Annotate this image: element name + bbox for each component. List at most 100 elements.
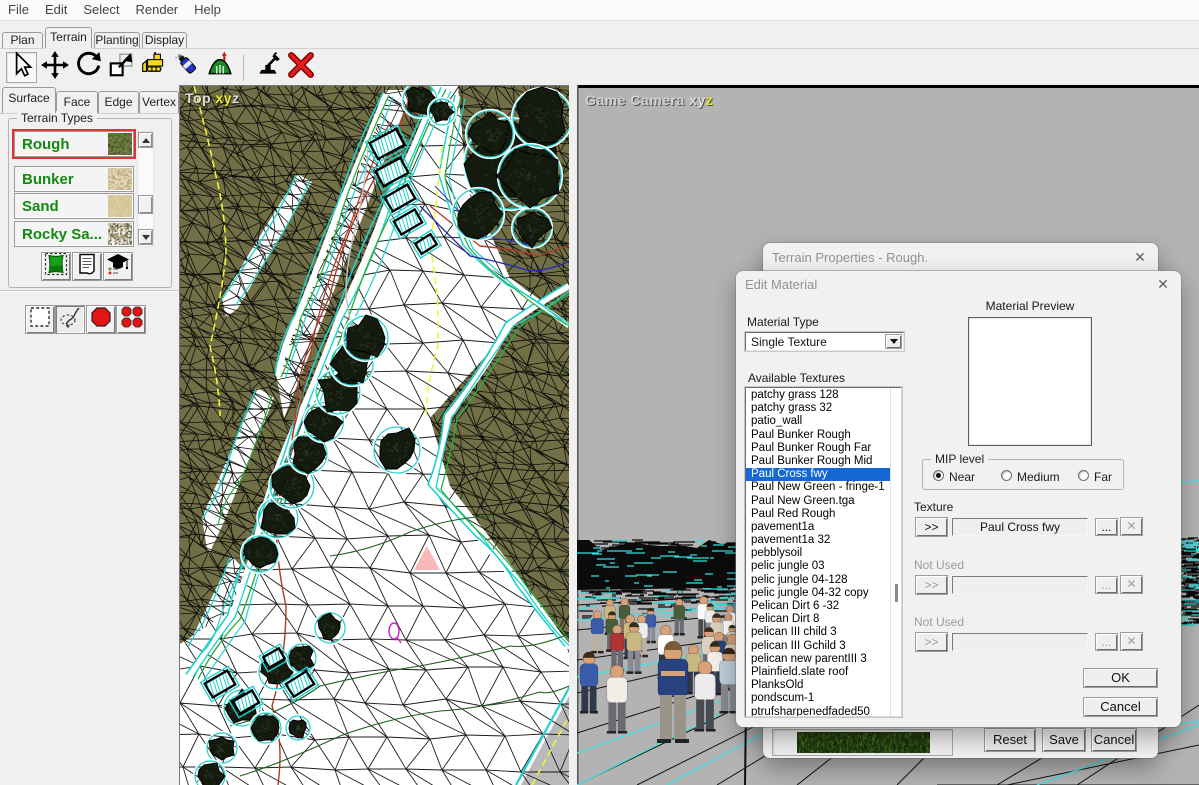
spray-tool-button[interactable] bbox=[171, 52, 202, 83]
terrain-types-scrollbar[interactable] bbox=[137, 131, 154, 247]
mip-radio-far[interactable] bbox=[1078, 470, 1089, 481]
learn-button[interactable] bbox=[103, 252, 133, 281]
notes-button[interactable] bbox=[72, 252, 102, 281]
slot-clear-button-1[interactable]: ✕ bbox=[1120, 575, 1143, 594]
terrain-type-bunker[interactable]: Bunker bbox=[14, 166, 134, 192]
texture-list-scroll-thumb[interactable] bbox=[895, 584, 898, 602]
texture-list-item[interactable]: PlanksOld bbox=[746, 679, 890, 692]
tab-planting[interactable]: Planting bbox=[94, 32, 140, 48]
top-viewport[interactable]: Top xyz bbox=[179, 85, 569, 785]
menu-render[interactable]: Render bbox=[128, 0, 187, 21]
menu-select[interactable]: Select bbox=[75, 0, 127, 21]
menu-edit[interactable]: Edit bbox=[37, 0, 75, 21]
panel-tab-surface[interactable]: Surface bbox=[2, 87, 56, 113]
texture-list-item[interactable]: pavement1a bbox=[746, 521, 890, 534]
mound-tool-button[interactable] bbox=[204, 52, 235, 83]
tab-plan[interactable]: Plan bbox=[2, 32, 43, 48]
slot-assign-button-1[interactable]: >> bbox=[915, 575, 948, 595]
scroll-up-button[interactable] bbox=[138, 132, 153, 148]
texture-list-item[interactable]: pelican III child 3 bbox=[746, 626, 890, 639]
select-tool-button[interactable] bbox=[6, 52, 37, 83]
delete-tool-button[interactable] bbox=[285, 52, 316, 83]
texture-listbox[interactable]: patchy grass 128patchy grass 32patio_wal… bbox=[745, 387, 902, 717]
edit-material-dialog: Edit Material ✕ Material Type Single Tex… bbox=[736, 271, 1181, 727]
slot-browse-button-2[interactable]: ... bbox=[1095, 633, 1118, 651]
lasso-select-button[interactable] bbox=[55, 305, 85, 334]
slot-assign-button-0[interactable]: >> bbox=[915, 517, 948, 537]
texture-list-item[interactable]: pavement1a 32 bbox=[746, 534, 890, 547]
texture-list-item[interactable]: Plainfield.slate roof bbox=[746, 666, 890, 679]
tab-terrain[interactable]: Terrain bbox=[45, 27, 92, 48]
terrain-type-sand[interactable]: Sand bbox=[14, 193, 134, 219]
panel-tab-face[interactable]: Face bbox=[56, 91, 98, 113]
texture-list-item[interactable]: pelican III Gchild 3 bbox=[746, 640, 890, 653]
texture-list-item[interactable]: Paul Bunker Rough Far bbox=[746, 442, 890, 455]
slot-clear-button-2[interactable]: ✕ bbox=[1120, 632, 1143, 651]
menu-file[interactable]: File bbox=[0, 0, 37, 21]
terrain-properties-close-icon[interactable]: ✕ bbox=[1131, 248, 1149, 266]
cancel-button[interactable]: Cancel bbox=[1083, 697, 1158, 717]
slot-texture-field-1[interactable] bbox=[952, 576, 1088, 594]
texture-list-item[interactable]: Paul New Green - fringe-1 bbox=[746, 481, 890, 494]
texture-list-item[interactable]: patio_wall bbox=[746, 415, 890, 428]
slot-browse-button-1[interactable]: ... bbox=[1095, 576, 1118, 594]
scroll-down-button[interactable] bbox=[138, 229, 153, 245]
press-tool-button[interactable] bbox=[252, 52, 283, 83]
terrain-cancel-button[interactable]: Cancel bbox=[1091, 728, 1137, 752]
texture-list-item[interactable]: patchy grass 128 bbox=[746, 389, 890, 402]
texture-list-item[interactable]: pondscum-1 bbox=[746, 692, 890, 705]
rotate-tool-button[interactable] bbox=[72, 52, 103, 83]
panel-tab-edge[interactable]: Edge bbox=[98, 91, 139, 113]
mip-radio-near[interactable] bbox=[933, 470, 944, 481]
terrain-type-rocky-sa-[interactable]: Rocky Sa... bbox=[14, 221, 134, 247]
menu-help[interactable]: Help bbox=[186, 0, 229, 21]
texture-list-item[interactable]: Pelican Dirt 8 bbox=[746, 613, 890, 626]
material-type-value: Single Texture bbox=[751, 335, 827, 349]
edit-material-close-icon[interactable]: ✕ bbox=[1154, 275, 1172, 293]
slot-label-2: Not Used bbox=[914, 615, 964, 629]
material-type-dropdown-button[interactable] bbox=[885, 334, 902, 349]
save-button[interactable]: Save bbox=[1042, 728, 1086, 752]
slot-texture-field-2[interactable] bbox=[952, 633, 1088, 651]
mip-radio-medium[interactable] bbox=[1001, 470, 1012, 481]
move-tool-button[interactable] bbox=[39, 52, 70, 83]
terrain-type-rough[interactable]: Rough bbox=[14, 131, 134, 157]
texture-list-item[interactable]: pebblysoil bbox=[746, 547, 890, 560]
ok-button[interactable]: OK bbox=[1083, 668, 1158, 688]
reset-button[interactable]: Reset bbox=[984, 728, 1036, 752]
scrollbar-thumb[interactable] bbox=[138, 195, 153, 214]
edit-material-titlebar[interactable]: Edit Material ✕ bbox=[736, 271, 1181, 297]
texture-list-item[interactable]: patchy grass 32 bbox=[746, 402, 890, 415]
texture-list-item[interactable]: Pelican Dirt 6 -32 bbox=[746, 600, 890, 613]
terrain-texture-frame bbox=[772, 729, 953, 756]
texture-list-item[interactable]: Paul Bunker Rough Mid bbox=[746, 455, 890, 468]
texture-list-item[interactable]: pelic jungle 04-32 copy bbox=[746, 587, 890, 600]
cursor-icon bbox=[8, 51, 36, 84]
terrain-properties-titlebar[interactable]: Terrain Properties - Rough. ✕ bbox=[763, 243, 1158, 272]
available-textures-label: Available Textures bbox=[748, 371, 845, 385]
slot-assign-button-2[interactable]: >> bbox=[915, 632, 948, 652]
panel-tab-vertex[interactable]: Vertex bbox=[139, 91, 179, 113]
multi-octagon-brush-button[interactable] bbox=[116, 305, 146, 334]
texture-list-item[interactable]: Paul New Green.tga bbox=[746, 495, 890, 508]
texture-list-item[interactable]: Paul Bunker Rough bbox=[746, 429, 890, 442]
texture-list-item[interactable]: Paul Red Rough bbox=[746, 508, 890, 521]
texture-list-item[interactable]: Paul Cross fwy bbox=[746, 468, 890, 481]
slot-texture-field-0[interactable]: Paul Cross fwy bbox=[952, 518, 1088, 536]
texture-list-item[interactable]: pelican new parentIII 3 bbox=[746, 653, 890, 666]
panel-divider bbox=[0, 290, 179, 292]
slot-browse-button-0[interactable]: ... bbox=[1095, 518, 1118, 536]
texture-list-item[interactable]: pelic jungle 04-128 bbox=[746, 574, 890, 587]
rect-select-button[interactable] bbox=[25, 305, 55, 334]
fill-selection-button[interactable] bbox=[41, 252, 71, 281]
scale-tool-button[interactable] bbox=[105, 52, 136, 83]
octagon-brush-button[interactable] bbox=[86, 305, 116, 334]
toolbar-separator bbox=[243, 55, 244, 81]
material-type-combobox[interactable]: Single Texture bbox=[745, 332, 904, 351]
tab-display[interactable]: Display bbox=[142, 32, 187, 48]
bulldozer-tool-button[interactable] bbox=[138, 52, 169, 83]
texture-list-item[interactable]: ptrufsharpenedfaded50 bbox=[746, 706, 890, 718]
slot-clear-button-0[interactable]: ✕ bbox=[1120, 517, 1143, 536]
texture-list-scrollbar[interactable] bbox=[890, 388, 901, 716]
texture-list-item[interactable]: pelic jungle 03 bbox=[746, 560, 890, 573]
